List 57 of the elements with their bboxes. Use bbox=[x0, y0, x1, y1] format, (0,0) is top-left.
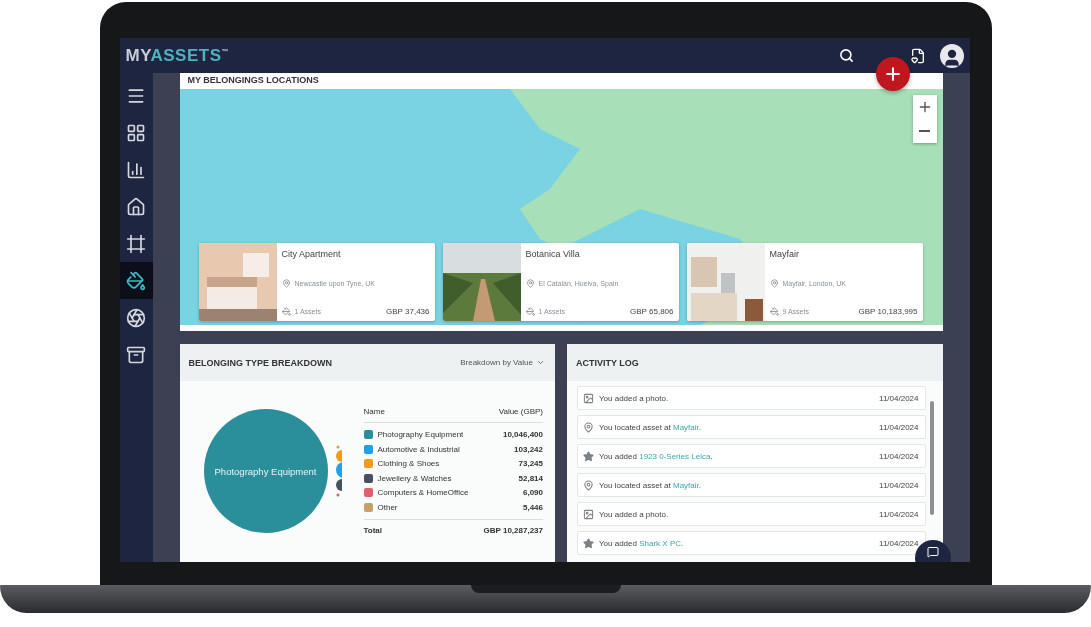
image-icon bbox=[583, 392, 594, 404]
search-button[interactable] bbox=[838, 48, 854, 63]
card-title: ACTIVITY LOG bbox=[576, 357, 639, 368]
activity-date: 11/04/2024 bbox=[879, 422, 919, 432]
image-icon bbox=[583, 508, 594, 520]
location-pin-icon bbox=[583, 421, 594, 433]
total-label: Total bbox=[363, 525, 382, 535]
grid-icon bbox=[126, 122, 146, 143]
paint-bucket-icon bbox=[126, 270, 146, 291]
card-title: BELONGING TYPE BREAKDOWN bbox=[188, 357, 332, 368]
frame-icon bbox=[126, 233, 146, 254]
category-value: 103,242 bbox=[514, 444, 543, 454]
activity-date: 11/04/2024 bbox=[879, 393, 919, 403]
card-title: MY BELONGINGS LOCATIONS bbox=[186, 74, 320, 87]
column-header: Name bbox=[363, 407, 385, 417]
activity-date: 11/04/2024 bbox=[879, 480, 919, 490]
category-name: Clothing & Shoes bbox=[377, 459, 441, 469]
chat-icon bbox=[926, 546, 939, 558]
activity-text: You added a photo. bbox=[599, 393, 670, 403]
category-name: Photography Equipment bbox=[377, 430, 465, 439]
activity-text: You added Shark X PC. bbox=[599, 538, 685, 548]
bubble bbox=[336, 493, 339, 497]
user-avatar[interactable] bbox=[939, 43, 964, 68]
activity-date: 11/04/2024 bbox=[879, 538, 919, 548]
bubble-label: Photography Equipment bbox=[214, 465, 317, 477]
category-value: 52,814 bbox=[518, 473, 543, 483]
activity-date: 11/04/2024 bbox=[879, 509, 919, 519]
category-value: 5,446 bbox=[522, 503, 543, 512]
category-value: 73,245 bbox=[518, 459, 543, 469]
star-icon bbox=[583, 537, 594, 549]
breakdown-dropdown[interactable]: Breakdown by Value bbox=[460, 358, 545, 367]
category-name: Computers & HomeOffice bbox=[377, 488, 470, 498]
total-value: GBP 10,287,237 bbox=[483, 525, 543, 535]
activity-date: 11/04/2024 bbox=[879, 451, 919, 461]
house-icon bbox=[126, 196, 146, 217]
category-value: 6,090 bbox=[522, 488, 543, 498]
search-icon bbox=[838, 48, 854, 63]
category-name: Other bbox=[377, 503, 399, 512]
activity-text: You located asset at Mayfair. bbox=[599, 422, 702, 432]
aperture-icon bbox=[126, 307, 146, 328]
category-name: Jewellery & Watches bbox=[377, 473, 453, 483]
sidebar-item[interactable] bbox=[119, 262, 153, 299]
scrollbar[interactable] bbox=[929, 401, 934, 515]
star-icon bbox=[583, 450, 594, 462]
document-heart-icon bbox=[909, 47, 926, 64]
location-pin-icon bbox=[583, 479, 594, 491]
category-value: 10,046,400 bbox=[502, 430, 543, 439]
archive-icon bbox=[126, 344, 146, 365]
app-logo: MYASSETS$^{™}$ bbox=[125, 45, 230, 66]
column-header: Value (GBP) bbox=[498, 407, 543, 417]
activity-text: You located asset at Mayfair. bbox=[599, 480, 702, 490]
category-name: Automotive & Industrial bbox=[377, 444, 461, 454]
activity-text: You added 1923 0-Series Leica. bbox=[599, 451, 714, 461]
bar-chart-icon bbox=[126, 159, 146, 180]
activity-text: You added a photo. bbox=[599, 509, 670, 519]
document-heart-button[interactable] bbox=[909, 47, 926, 64]
chevron-down-icon bbox=[536, 358, 545, 367]
